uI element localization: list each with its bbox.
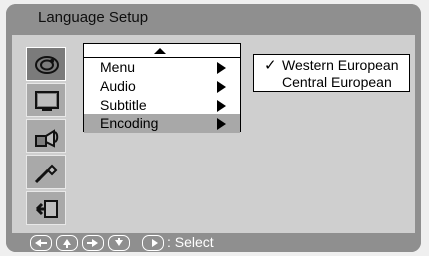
language-icon [35,56,59,74]
audio-icon [35,129,59,148]
submenu-item-label: Western European [282,57,399,73]
menu-item-subtitle[interactable]: Subtitle [84,96,240,115]
menu-item-label: Subtitle [100,97,147,113]
language-menu: Menu Audio Subtitle Encoding [83,43,241,133]
exit-icon [35,200,58,218]
language-setup-window: Language Setup Menu Audio Subtitle Encod… [6,4,421,252]
submenu-item-central-european[interactable]: Central European [254,74,409,91]
screen: Language Setup Menu Audio Subtitle Encod… [0,0,429,256]
submenu-item-western-european[interactable]: ✓ Western European [254,57,409,74]
sidebar-item-exit[interactable] [26,191,66,225]
play-key-icon [142,235,164,251]
right-key-icon [82,235,104,251]
sidebar-item-language[interactable] [26,47,66,81]
help-bar: : Select [6,233,421,252]
chevron-right-icon [217,81,226,93]
page-title: Language Setup [6,4,421,32]
menu-item-label: Menu [100,59,136,75]
content-panel: Menu Audio Subtitle Encoding ✓ Western E… [12,35,415,233]
sidebar [26,47,66,225]
tv-icon [35,91,59,111]
menu-item-menu[interactable]: Menu [84,58,240,77]
submenu-item-label: Central European [282,74,392,90]
sidebar-item-tools[interactable] [26,155,66,189]
up-key-icon [56,235,78,251]
down-key-icon [108,235,130,251]
menu-item-label: Encoding [100,115,159,131]
menu-item-label: Audio [100,78,136,94]
menu-item-audio[interactable]: Audio [84,77,240,96]
menu-item-encoding[interactable]: Encoding [84,114,240,133]
chevron-right-icon [217,118,226,130]
chevron-right-icon [217,100,226,112]
check-icon: ✓ [264,57,277,74]
tools-icon [34,164,58,184]
sidebar-item-display[interactable] [26,83,66,117]
help-text: : Select [167,234,214,250]
sidebar-item-audio[interactable] [26,119,66,153]
encoding-submenu: ✓ Western European Central European [253,54,410,92]
left-key-icon [30,235,52,251]
scroll-up-icon[interactable] [154,48,166,54]
chevron-right-icon [217,62,226,74]
